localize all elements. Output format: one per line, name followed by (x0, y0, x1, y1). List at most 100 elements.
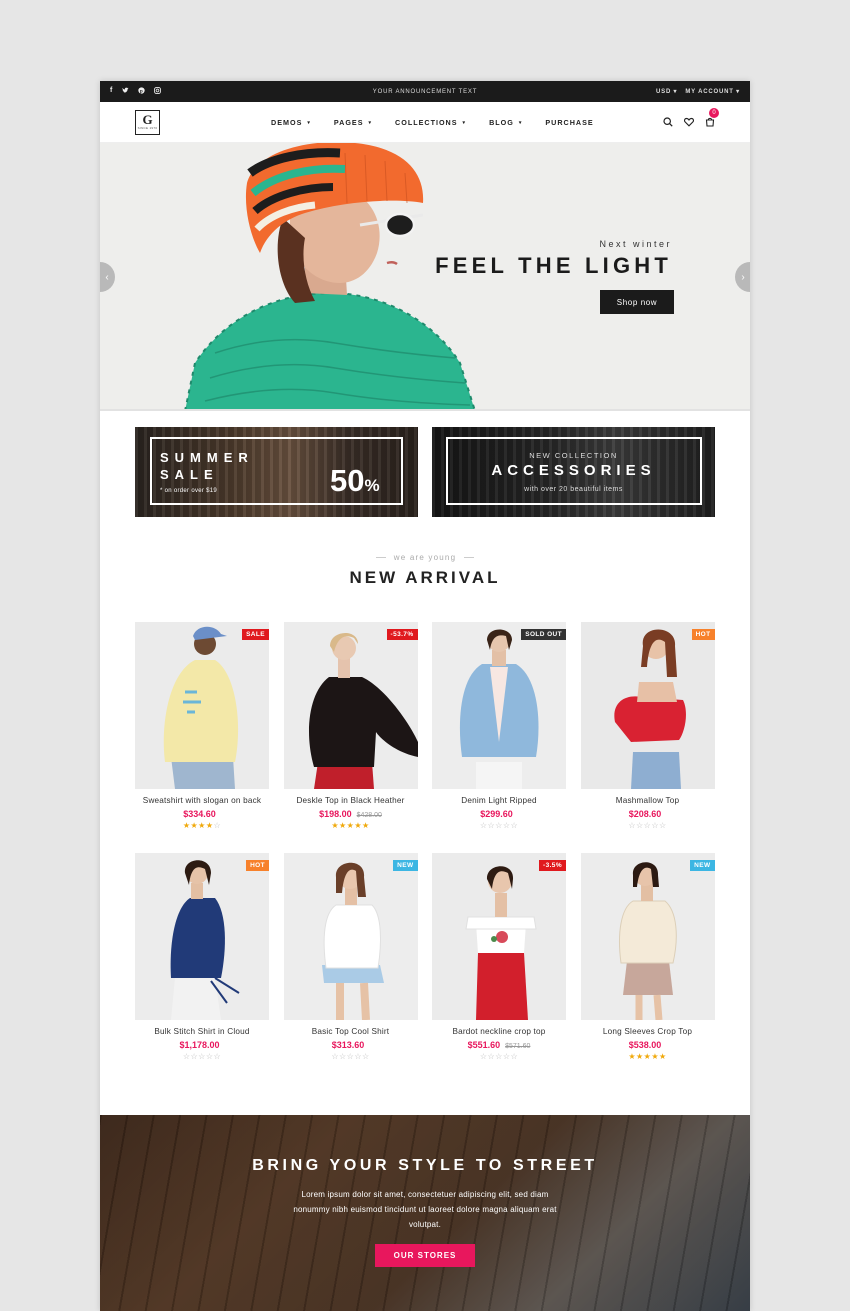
nav-pages[interactable]: PAGES ▾ (334, 118, 372, 127)
product-badge: NEW (393, 860, 418, 871)
section-title: NEW ARRIVAL (349, 568, 501, 587)
product-card[interactable]: -53.7% Deskle Top in Black Heather $198.… (283, 622, 418, 853)
chevron-down-icon: ▾ (368, 120, 373, 126)
product-photo (283, 622, 418, 789)
chevron-down-icon: ▾ (307, 120, 311, 126)
star-icon: ★ (362, 821, 370, 830)
nav-demos[interactable]: DEMOS ▾ (271, 118, 311, 127)
nav-label: DEMOS (271, 118, 303, 127)
star-icon: ☆ (510, 821, 519, 830)
star-rating: ☆☆☆☆☆ (581, 821, 715, 830)
account-menu[interactable]: MY ACCOUNT ▾ (685, 88, 740, 95)
star-icon: ☆ (198, 1052, 206, 1061)
topbar-right: USD ▾ MY ACCOUNT ▾ (656, 88, 740, 95)
accessories-note: with over 20 beautiful items (524, 486, 623, 493)
product-price: $299.60 (432, 809, 566, 819)
current-price: $551.60 (467, 1040, 501, 1050)
product-card[interactable]: HOT Mashmallow Top $208.60 ☆☆☆☆☆ (580, 622, 715, 853)
site-logo[interactable]: G SINCE 1970 (135, 109, 160, 135)
page: f p YOUR ANNOUNCEMENT TEXT USD ▾ MY ACCO… (100, 81, 750, 1311)
product-price: $313.60 (284, 1040, 418, 1050)
star-icon: ★ (635, 1052, 644, 1061)
product-name[interactable]: Basic Top Cool Shirt (284, 1027, 418, 1036)
main-nav: DEMOS ▾ PAGES ▾ COLLECTIONS ▾ BLOG ▾ PURCHAS… (271, 102, 594, 143)
product-name[interactable]: Long Sleeves Crop Top (581, 1027, 715, 1036)
summer-sale-note: * on order over $19 (160, 488, 218, 494)
product-card[interactable]: NEW Long Sleeves Crop Top $538.00 ★★★★★ (580, 853, 715, 1084)
star-icon: ☆ (213, 1052, 222, 1061)
product-card[interactable]: SALE Sweatshirt with slogan on back $334… (135, 622, 269, 853)
currency-selector[interactable]: USD ▾ (656, 88, 677, 95)
product-card[interactable]: HOT Bulk Stitch Shirt in Cloud $1,178.00… (135, 853, 269, 1084)
product-image[interactable]: SALE (135, 622, 269, 789)
product-card[interactable]: -3.5% Bardot neckline crop top $551.60 $5… (432, 853, 566, 1084)
section-subtitle: we are young (100, 553, 750, 562)
star-icon: ☆ (495, 821, 503, 830)
product-badge: -53.7% (386, 629, 418, 640)
announcement-bar: f p YOUR ANNOUNCEMENT TEXT USD ▾ MY ACCO… (100, 81, 750, 102)
nav-purchase[interactable]: PURCHASE (545, 118, 593, 127)
summer-sale-title: SUMMER SALE (160, 449, 254, 483)
site-header: G SINCE 1970 DEMOS ▾ PAGES ▾ COLLECTIONS ▾ … (100, 102, 750, 143)
slider-next-button[interactable]: › (735, 262, 750, 292)
accessories-banner[interactable]: NEW COLLECTION ACCESSORIES with over 20 … (432, 427, 715, 517)
product-name[interactable]: Bardot neckline crop top (432, 1027, 566, 1036)
twitter-icon[interactable] (122, 87, 129, 96)
hero-subtitle: Next winter (599, 239, 672, 249)
star-icon: ☆ (487, 1052, 496, 1061)
product-price: $198.00 $428.00 (284, 809, 418, 819)
old-price: $571.60 (505, 1043, 531, 1050)
product-image[interactable]: HOT (135, 853, 269, 1020)
facebook-icon[interactable]: f (110, 87, 113, 96)
product-badge: HOT (691, 629, 715, 640)
nav-label: COLLECTIONS (395, 118, 458, 127)
heart-icon[interactable] (684, 117, 694, 127)
current-price: $208.60 (628, 809, 662, 819)
cart-icon[interactable]: 0 (705, 108, 719, 127)
current-price: $198.00 (319, 809, 352, 819)
product-photo (432, 853, 566, 1020)
our-stores-button[interactable]: OUR STORES (375, 1244, 475, 1267)
product-name[interactable]: Sweatshirt with slogan on back (135, 796, 269, 805)
accessories-title: ACCESSORIES (491, 462, 656, 479)
product-image[interactable]: SOLD OUT (432, 622, 566, 789)
svg-text:p: p (140, 89, 144, 94)
star-rating: ☆☆☆☆☆ (284, 1052, 418, 1061)
product-name[interactable]: Deskle Top in Black Heather (284, 796, 418, 805)
product-image[interactable]: -3.5% (432, 853, 566, 1020)
product-image[interactable]: NEW (283, 853, 418, 1020)
current-price: $1,178.00 (179, 1040, 220, 1050)
product-image[interactable]: -53.7% (283, 622, 418, 789)
product-card[interactable]: SOLD OUT Denim Light Ripped $299.60 ☆☆☆☆… (432, 622, 566, 853)
star-icon: ☆ (331, 1052, 339, 1061)
promo-banners: SUMMER SALE * on order over $19 50% NEW … (100, 411, 750, 533)
nav-collections[interactable]: COLLECTIONS ▾ (395, 118, 466, 127)
product-card[interactable]: NEW Basic Top Cool Shirt $313.60 ☆☆☆☆☆ (283, 853, 418, 1084)
product-name[interactable]: Mashmallow Top (581, 796, 715, 805)
sale-line: SALE (160, 467, 219, 482)
star-icon: ☆ (502, 1052, 511, 1061)
star-icon: ★ (198, 821, 206, 830)
star-rating: ☆☆☆☆☆ (135, 1052, 269, 1061)
star-icon: ★ (659, 1052, 667, 1061)
star-icon: ★ (651, 1052, 659, 1061)
slider-prev-button[interactable]: ‹ (100, 262, 115, 292)
star-icon: ★ (354, 821, 362, 830)
product-photo (283, 853, 418, 1020)
product-name[interactable]: Denim Light Ripped (432, 796, 566, 805)
new-arrival-heading: we are young NEW ARRIVAL (100, 553, 750, 588)
search-icon[interactable] (663, 117, 673, 127)
nav-blog[interactable]: BLOG ▾ (489, 118, 522, 127)
product-badge: SOLD OUT (521, 629, 566, 640)
product-name[interactable]: Bulk Stitch Shirt in Cloud (135, 1027, 269, 1036)
instagram-icon[interactable] (154, 87, 162, 96)
product-image[interactable]: NEW (580, 853, 715, 1020)
summer-line: SUMMER (160, 450, 254, 465)
product-image[interactable]: HOT (580, 622, 715, 789)
pinterest-icon[interactable]: p (138, 87, 145, 96)
shop-now-button[interactable]: Shop now (600, 290, 674, 314)
hero-title: FEEL THE LIGHT (435, 253, 672, 278)
star-icon: ☆ (487, 821, 496, 830)
summer-sale-banner[interactable]: SUMMER SALE * on order over $19 50% (135, 427, 418, 517)
star-rating: ☆☆☆☆☆ (432, 821, 566, 830)
